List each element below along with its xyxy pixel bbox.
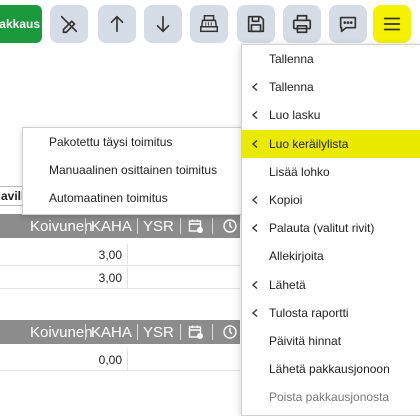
chevron-left-icon — [251, 308, 258, 317]
menu-item-send-to-packing-queue[interactable]: Lähetä pakkausjonoon — [242, 355, 420, 383]
table-row[interactable]: 3,00 — [0, 267, 240, 289]
menu-item-create-picklist[interactable]: Luo keräilylista — [242, 129, 420, 158]
picklist-submenu: Pakotettu täysi toimitus Manuaalinen osi… — [22, 127, 242, 215]
save-button[interactable] — [237, 5, 275, 43]
menu-item-send[interactable]: Lähetä — [242, 271, 420, 299]
main-menu-dropdown: Tallenna Tallenna Luo lasku Luo keräilyl… — [241, 44, 420, 416]
submenu-item-automatic-delivery[interactable]: Automaatinen toimitus — [23, 184, 241, 212]
column-header-koivunen[interactable]: Koivunen — [30, 214, 93, 238]
submenu-item-forced-full-delivery[interactable]: Pakotettu täysi toimitus — [23, 128, 241, 156]
main-menu-button[interactable] — [373, 5, 411, 43]
chevron-left-icon — [251, 139, 258, 148]
move-up-button[interactable] — [98, 5, 136, 43]
cash-register-button[interactable] — [190, 5, 228, 43]
cash-register-icon — [200, 15, 218, 33]
calendar-add-icon[interactable] — [188, 214, 204, 238]
arrow-up-icon — [110, 15, 124, 33]
column-header-kaha[interactable]: KAHA — [91, 214, 132, 238]
pakkaus-button-label: pakkaus — [0, 17, 40, 31]
column-header-ysr[interactable]: YSR — [143, 214, 174, 238]
pakkaus-button[interactable]: pakkaus — [0, 5, 42, 43]
menu-item-add-block[interactable]: Lisää lohko — [242, 158, 420, 186]
chevron-left-icon — [251, 83, 258, 92]
grid-header: Koivunen KAHA YSR — [0, 320, 240, 344]
menu-item-save[interactable]: Tallenna — [242, 45, 420, 73]
menu-item-return-selected-rows[interactable]: Palauta (valitut rivit) — [242, 214, 420, 242]
column-header-kaha[interactable]: KAHA — [91, 320, 132, 344]
table-row[interactable]: 3,00 — [0, 244, 240, 266]
move-down-button[interactable] — [144, 5, 182, 43]
menu-item-copy[interactable]: Kopioi — [242, 186, 420, 214]
save-icon — [247, 15, 265, 33]
menu-item-remove-from-packing-queue[interactable]: Poista pakkausjonosta — [242, 383, 420, 411]
grid-header: Koivunen KAHA YSR — [0, 214, 240, 238]
menu-item-save-submenu[interactable]: Tallenna — [242, 73, 420, 101]
calendar-add-icon[interactable] — [188, 320, 204, 344]
table-row[interactable]: 0,00 — [0, 349, 240, 371]
menu-item-create-invoice[interactable]: Luo lasku — [242, 101, 420, 129]
chevron-left-icon — [251, 195, 258, 204]
print-button[interactable] — [283, 5, 321, 43]
chat-button[interactable] — [329, 5, 367, 43]
clock-icon[interactable] — [222, 214, 238, 238]
chevron-left-icon — [251, 224, 258, 233]
no-edit-icon — [60, 15, 78, 34]
toolbar: pakkaus — [0, 0, 420, 50]
chevron-left-icon — [251, 280, 258, 289]
chat-icon — [339, 16, 357, 33]
arrow-down-icon — [156, 15, 170, 33]
block-label: avill — [0, 186, 24, 206]
chevron-left-icon — [251, 111, 258, 120]
menu-item-update-prices[interactable]: Päivitä hinnat — [242, 327, 420, 355]
clock-icon[interactable] — [222, 320, 238, 344]
submenu-item-manual-partial-delivery[interactable]: Manuaalinen osittainen toimitus — [23, 156, 241, 184]
menu-item-print-report[interactable]: Tulosta raportti — [242, 299, 420, 327]
menu-item-sign[interactable]: Allekirjoita — [242, 242, 420, 270]
hamburger-menu-icon — [383, 17, 401, 31]
no-edit-button[interactable] — [50, 5, 88, 43]
column-header-ysr[interactable]: YSR — [143, 320, 174, 344]
column-header-koivunen[interactable]: Koivunen — [30, 320, 93, 344]
print-icon — [292, 14, 312, 34]
